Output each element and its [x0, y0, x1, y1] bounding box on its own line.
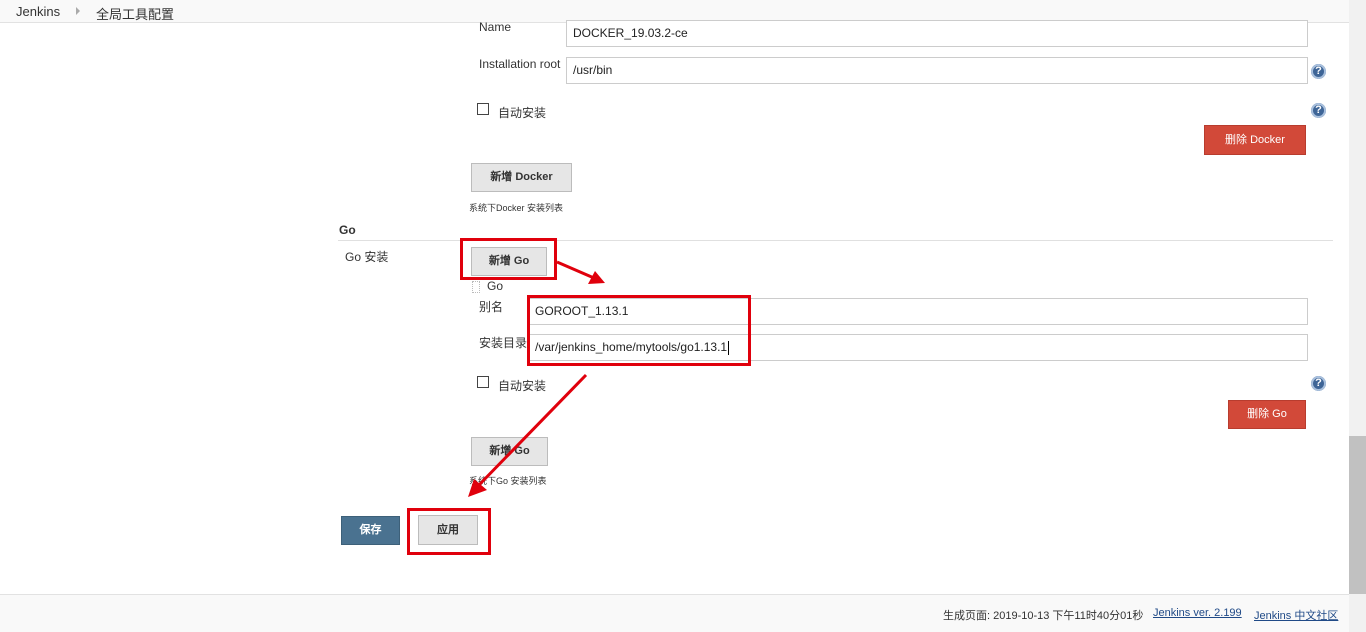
annotation-arrow-line: [556, 260, 595, 280]
delete-go-button[interactable]: 删除 Go: [1228, 400, 1306, 429]
docker-name-input[interactable]: DOCKER_19.03.2-ce: [566, 20, 1308, 47]
add-docker-button[interactable]: 新增 Docker: [471, 163, 572, 192]
go-alias-label: 别名: [479, 300, 504, 314]
footer-community-link[interactable]: Jenkins 中文社区: [1254, 607, 1338, 623]
annotation-highlight-apply: [407, 508, 491, 555]
docker-auto-install-label: 自动安装: [498, 106, 547, 120]
go-section-title: Go: [339, 223, 356, 237]
annotation-highlight-add-go: [460, 238, 557, 280]
help-icon[interactable]: ?: [1311, 64, 1326, 79]
help-icon[interactable]: ?: [1311, 376, 1326, 391]
docker-root-label: Installation root: [479, 57, 561, 71]
go-auto-install-checkbox[interactable]: [477, 376, 489, 388]
scrollbar-thumb[interactable]: [1349, 436, 1366, 594]
help-icon[interactable]: ?: [1311, 103, 1326, 118]
annotation-arrowhead: [588, 271, 605, 284]
go-install-hint: 系统下Go 安装列表: [469, 476, 547, 486]
docker-install-hint: 系统下Docker 安装列表: [469, 203, 564, 213]
go-dir-label: 安装目录: [479, 336, 528, 350]
breadcrumb-home-link[interactable]: Jenkins: [16, 4, 60, 19]
drag-handle-icon[interactable]: [472, 281, 480, 293]
breadcrumb-separator-icon: [76, 7, 80, 15]
page-footer: 生成页面: 2019-10-13 下午11时40分01秒 Jenkins ver…: [0, 594, 1349, 632]
go-install-label: Go 安装: [345, 250, 389, 264]
docker-auto-install-checkbox[interactable]: [477, 103, 489, 115]
footer-version-link[interactable]: Jenkins ver. 2.199: [1153, 607, 1242, 619]
go-item-header: Go: [487, 279, 504, 293]
delete-docker-button[interactable]: 删除 Docker: [1204, 125, 1306, 155]
annotation-highlight-go-fields: [527, 295, 751, 366]
docker-root-input[interactable]: /usr/bin: [566, 57, 1308, 84]
save-button[interactable]: 保存: [341, 516, 400, 545]
go-auto-install-label: 自动安装: [498, 379, 547, 393]
add-go-button-bottom[interactable]: 新增 Go: [471, 437, 548, 466]
docker-name-label: Name: [479, 20, 512, 34]
footer-generated-time: 生成页面: 2019-10-13 下午11时40分01秒: [943, 610, 1144, 622]
breadcrumb-current[interactable]: 全局工具配置: [96, 4, 174, 23]
